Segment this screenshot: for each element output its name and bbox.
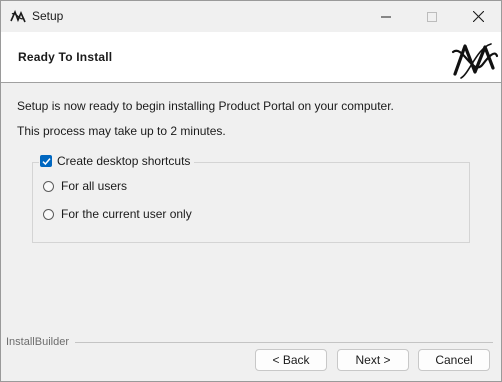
minimize-button[interactable]	[363, 1, 409, 32]
duration-message: This process may take up to 2 minutes.	[17, 124, 226, 138]
create-shortcuts-checkbox[interactable]	[40, 155, 52, 167]
create-shortcuts-label: Create desktop shortcuts	[57, 154, 191, 168]
checkmark-icon	[41, 157, 51, 165]
radio-current-user-row[interactable]: For the current user only	[43, 207, 192, 221]
wizard-header: Ready To Install	[1, 32, 501, 83]
setup-window: Setup Ready To Install Setup is now read…	[0, 0, 502, 382]
shortcuts-groupbox	[32, 162, 470, 243]
title-bar[interactable]: Setup	[1, 1, 501, 32]
back-button[interactable]: < Back	[255, 349, 327, 371]
minimize-icon	[381, 16, 391, 17]
radio-all-users-label: For all users	[61, 179, 128, 193]
installbuilder-brand: InstallBuilder	[6, 336, 69, 348]
next-button[interactable]: Next >	[337, 349, 409, 371]
page-title: Ready To Install	[18, 50, 113, 64]
radio-all-users[interactable]	[43, 180, 54, 192]
radio-current-user[interactable]	[43, 208, 54, 220]
create-shortcuts-checkbox-row[interactable]: Create desktop shortcuts	[39, 154, 195, 168]
ready-message: Setup is now ready to begin installing P…	[17, 99, 394, 113]
cancel-button[interactable]: Cancel	[418, 349, 490, 371]
installbuilder-logo-icon	[10, 9, 26, 23]
window-title: Setup	[32, 9, 64, 23]
installbuilder-logo	[451, 43, 499, 79]
maximize-button[interactable]	[409, 1, 455, 32]
radio-current-user-label: For the current user only	[61, 207, 192, 221]
footer-divider	[75, 342, 493, 343]
maximize-icon	[427, 11, 437, 22]
close-button[interactable]	[455, 1, 501, 32]
radio-all-users-row[interactable]: For all users	[43, 179, 127, 193]
close-icon	[472, 11, 484, 22]
